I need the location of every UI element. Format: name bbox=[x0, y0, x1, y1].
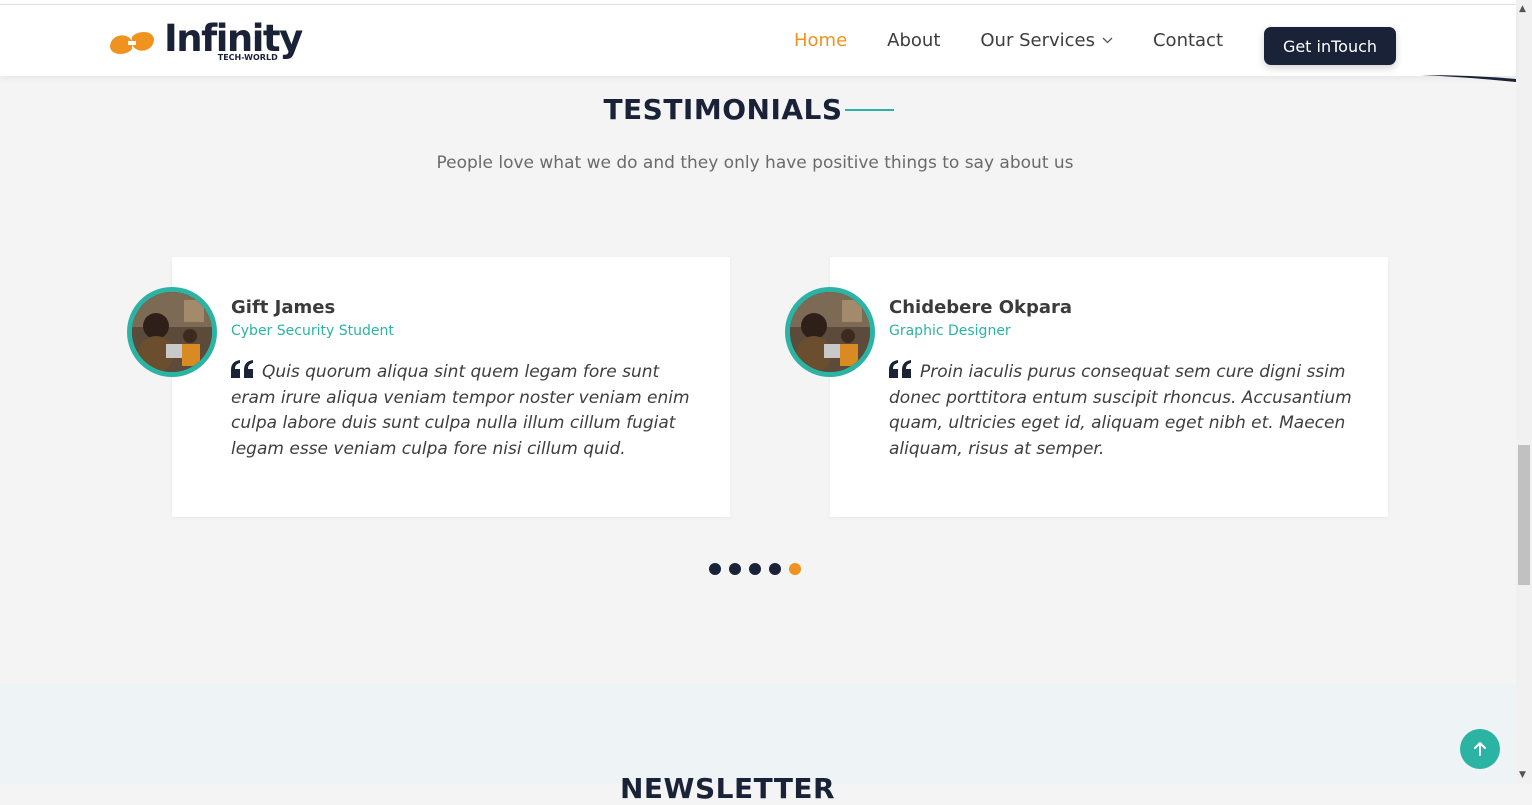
testimonial-author-role: Graphic Designer bbox=[889, 323, 1011, 339]
infinity-logo-icon bbox=[110, 32, 154, 54]
site-header: Infinity TECH-WORLD Home About Our Servi… bbox=[0, 5, 1516, 82]
back-to-top-button[interactable] bbox=[1460, 729, 1500, 769]
title-underline bbox=[845, 109, 894, 111]
testimonial-quote: Quis quorum aliqua sint quem legam fore … bbox=[231, 360, 701, 462]
logo[interactable]: Infinity TECH-WORLD bbox=[106, 20, 303, 62]
scroll-down-arrow-icon[interactable]: ▼ bbox=[1519, 770, 1526, 780]
nav-contact[interactable]: Contact bbox=[1153, 30, 1223, 51]
section-title: TESTIMONIALS bbox=[603, 93, 843, 126]
quote-icon bbox=[889, 360, 911, 378]
quote-text: Proin iaculis purus consequat sem cure d… bbox=[889, 362, 1352, 459]
chevron-down-icon bbox=[1102, 37, 1113, 44]
page-scrollbar[interactable] bbox=[1516, 0, 1532, 784]
nav-about[interactable]: About bbox=[887, 30, 940, 51]
logo-tagline: TECH-WORLD bbox=[217, 53, 278, 62]
carousel-dot-3[interactable] bbox=[749, 563, 761, 575]
quote-icon bbox=[231, 360, 253, 378]
carousel-dot-1[interactable] bbox=[709, 563, 721, 575]
carousel-dot-4[interactable] bbox=[769, 563, 781, 575]
avatar bbox=[785, 287, 875, 377]
carousel-pagination bbox=[709, 563, 809, 575]
scrollbar-thumb[interactable] bbox=[1518, 445, 1530, 585]
carousel-dot-5[interactable] bbox=[789, 563, 801, 575]
header-decoration bbox=[1421, 75, 1516, 82]
nav-our-services[interactable]: Our Services bbox=[980, 30, 1113, 51]
scroll-up-arrow-icon[interactable]: ▲ bbox=[1519, 4, 1526, 14]
avatar bbox=[127, 287, 217, 377]
section-subtitle: People love what we do and they only hav… bbox=[436, 153, 1074, 173]
nav-our-services-label: Our Services bbox=[980, 30, 1095, 51]
newsletter-title: NEWSLETTER bbox=[620, 772, 836, 805]
arrow-up-icon bbox=[1474, 742, 1486, 756]
nav-home[interactable]: Home bbox=[794, 30, 847, 51]
testimonials-heading: TESTIMONIALS bbox=[0, 93, 1516, 126]
newsletter-section bbox=[0, 684, 1516, 784]
testimonial-author-name: Gift James bbox=[231, 297, 336, 318]
main-nav: Home About Our Services Contact bbox=[794, 30, 1263, 51]
testimonial-author-role: Cyber Security Student bbox=[231, 323, 394, 339]
testimonial-author-name: Chidebere Okpara bbox=[889, 297, 1073, 318]
quote-text: Quis quorum aliqua sint quem legam fore … bbox=[231, 362, 690, 459]
carousel-dot-2[interactable] bbox=[729, 563, 741, 575]
get-in-touch-button[interactable]: Get inTouch bbox=[1264, 27, 1396, 65]
testimonial-quote: Proin iaculis purus consequat sem cure d… bbox=[889, 360, 1359, 462]
